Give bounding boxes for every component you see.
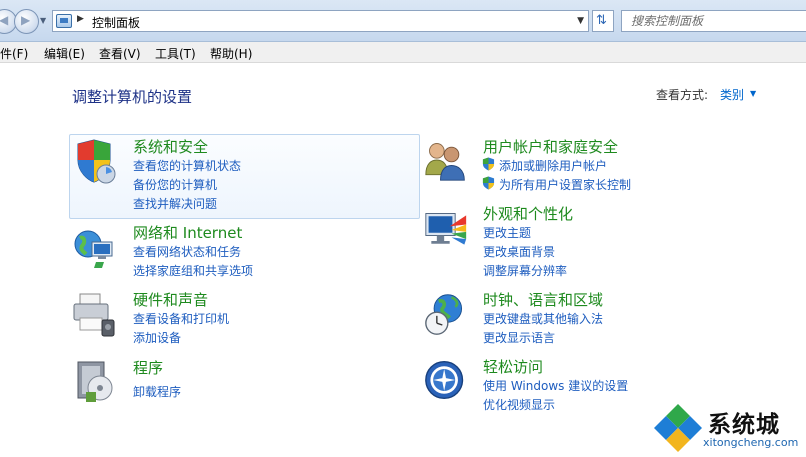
- link-add-remove-accounts[interactable]: 添加或删除用户帐户: [499, 157, 607, 174]
- link-troubleshoot[interactable]: 查找并解决问题: [133, 195, 217, 212]
- link-parental-controls[interactable]: 为所有用户设置家长控制: [499, 176, 631, 193]
- category-ease-of-access[interactable]: 轻松访问: [483, 356, 543, 377]
- accessibility-icon[interactable]: [424, 356, 468, 404]
- link-homegroup-sharing[interactable]: 选择家庭组和共享选项: [133, 262, 253, 279]
- link-backup-computer[interactable]: 备份您的计算机: [133, 176, 217, 193]
- shield-icon[interactable]: [74, 138, 118, 186]
- link-change-keyboard[interactable]: 更改键盘或其他输入法: [483, 310, 603, 327]
- menu-help[interactable]: 帮助(H): [210, 45, 252, 62]
- forward-button[interactable]: ▶: [14, 9, 39, 34]
- menu-bar: 件(F) 编辑(E) 查看(V) 工具(T) 帮助(H): [0, 42, 806, 63]
- link-change-background[interactable]: 更改桌面背景: [483, 243, 555, 260]
- category-network-internet[interactable]: 网络和 Internet: [133, 222, 242, 243]
- link-screen-resolution[interactable]: 调整屏幕分辨率: [483, 262, 567, 279]
- link-change-theme[interactable]: 更改主题: [483, 224, 531, 241]
- view-by-label: 查看方式:: [656, 88, 709, 102]
- link-optimize-video[interactable]: 优化视频显示: [483, 396, 555, 413]
- link-devices-printers[interactable]: 查看设备和打印机: [133, 310, 229, 327]
- page-title: 调整计算机的设置: [72, 88, 193, 106]
- control-panel-icon: [56, 14, 72, 28]
- category-hardware-sound[interactable]: 硬件和声音: [133, 289, 208, 310]
- refresh-icon: ⇅: [596, 13, 607, 28]
- search-input[interactable]: [631, 13, 801, 29]
- uac-shield-icon: [482, 157, 495, 171]
- uac-shield-icon: [482, 176, 495, 190]
- menu-file[interactable]: 件(F): [0, 45, 28, 62]
- link-view-computer-status[interactable]: 查看您的计算机状态: [133, 157, 241, 174]
- forward-arrow-icon: ▶: [21, 13, 31, 27]
- printer-icon[interactable]: [72, 290, 116, 338]
- link-windows-suggested-settings[interactable]: 使用 Windows 建议的设置: [483, 377, 628, 394]
- link-display-language[interactable]: 更改显示语言: [483, 329, 555, 346]
- link-network-status[interactable]: 查看网络状态和任务: [133, 243, 241, 260]
- users-icon[interactable]: [424, 136, 468, 184]
- watermark-logo-icon: [654, 404, 702, 452]
- category-clock-language-region[interactable]: 时钟、语言和区域: [483, 289, 603, 310]
- menu-tools[interactable]: 工具(T): [155, 45, 196, 62]
- category-system-security[interactable]: 系统和安全: [133, 136, 208, 157]
- view-by-dropdown[interactable]: 类别: [720, 86, 744, 103]
- category-highlight: [69, 134, 420, 219]
- watermark-url: xitongcheng.com: [703, 436, 799, 449]
- address-bar[interactable]: ▶ 控制面板 ▼: [52, 10, 589, 32]
- link-uninstall-program[interactable]: 卸载程序: [133, 383, 181, 400]
- monitor-icon[interactable]: [424, 206, 468, 254]
- menu-view[interactable]: 查看(V): [99, 45, 141, 62]
- chevron-down-icon[interactable]: ▼: [750, 89, 756, 98]
- address-toolbar: ◀ ▶ ▼ ▶ 控制面板 ▼ ⇅: [0, 0, 806, 42]
- search-box[interactable]: [621, 10, 806, 32]
- programs-icon[interactable]: [74, 358, 118, 406]
- back-arrow-icon: ◀: [0, 13, 9, 27]
- address-dropdown-icon[interactable]: ▼: [577, 16, 584, 26]
- category-programs[interactable]: 程序: [133, 357, 163, 378]
- menu-edit[interactable]: 编辑(E): [44, 45, 85, 62]
- link-add-device[interactable]: 添加设备: [133, 329, 181, 346]
- refresh-button[interactable]: ⇅: [592, 10, 614, 32]
- globe-clock-icon[interactable]: [424, 290, 468, 338]
- breadcrumb-arrow-icon[interactable]: ▶: [77, 14, 84, 24]
- watermark-text: 系统城: [708, 412, 780, 438]
- category-appearance[interactable]: 外观和个性化: [483, 203, 573, 224]
- category-user-accounts[interactable]: 用户帐户和家庭安全: [483, 136, 618, 157]
- network-icon[interactable]: [72, 224, 116, 272]
- history-dropdown-icon[interactable]: ▼: [40, 16, 46, 25]
- breadcrumb-control-panel[interactable]: 控制面板: [92, 14, 140, 31]
